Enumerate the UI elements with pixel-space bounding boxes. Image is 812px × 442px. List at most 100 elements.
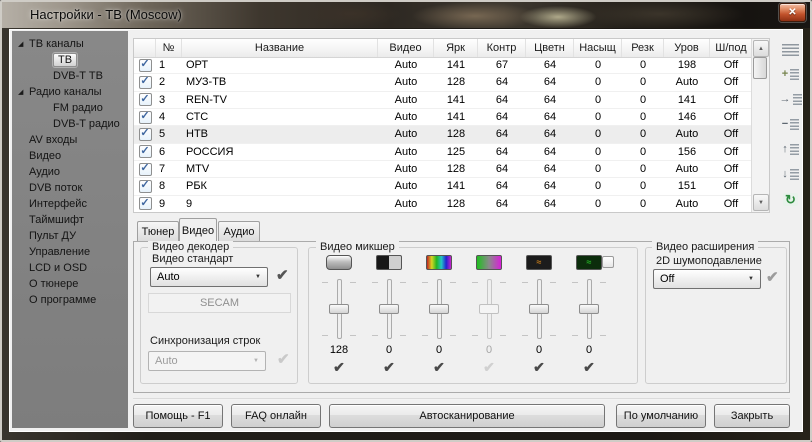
saturation-slider[interactable] [472, 278, 506, 340]
cell-saturation: 0 [574, 196, 622, 212]
apply-check-icon[interactable]: ✔ [383, 360, 395, 374]
column-header-brightness[interactable]: Ярк [434, 39, 478, 57]
slider-thumb[interactable] [529, 304, 549, 314]
tab-audio[interactable]: Аудио [218, 221, 260, 241]
apply-noise2d-check-icon[interactable]: ✔ [766, 270, 779, 285]
apply-check-icon[interactable]: ✔ [433, 360, 445, 374]
slider-thumb[interactable] [479, 304, 499, 314]
sidebar-item[interactable]: ◢ DVB поток [12, 180, 128, 196]
close-icon: ✕ [788, 7, 796, 18]
tree-expand-icon[interactable]: ◢ [18, 88, 29, 96]
help-button[interactable]: Помощь - F1 [133, 404, 223, 428]
channel-enabled-checkbox[interactable]: ✓ [134, 161, 156, 177]
sidebar-item[interactable]: ◢ Аудио [12, 164, 128, 180]
add-channel-icon[interactable]: + [777, 64, 804, 85]
sidebar-item[interactable]: ◢ Управление [12, 244, 128, 260]
slider-thumb[interactable] [329, 304, 349, 314]
channel-enabled-checkbox[interactable]: ✓ [134, 144, 156, 160]
scroll-down-icon[interactable]: ▼ [753, 194, 769, 211]
sidebar-item[interactable]: ◢ О тюнере [12, 276, 128, 292]
apply-check-icon[interactable]: ✔ [333, 360, 345, 374]
autoscan-button[interactable]: Автосканирование [329, 404, 605, 428]
rescan-icon[interactable]: ↻ [777, 189, 804, 210]
table-row[interactable]: ✓ 6 РОССИЯ Auto 125 64 64 0 0 156 Off [134, 144, 752, 161]
column-header-num[interactable]: № [156, 39, 182, 57]
sidebar-item[interactable]: ◢ ТВ [12, 52, 128, 68]
table-row[interactable]: ✓ 8 РБК Auto 141 64 64 0 0 151 Off [134, 178, 752, 195]
sidebar-item[interactable]: ◢ Интерфейс [12, 196, 128, 212]
cell-number: 8 [156, 178, 182, 194]
column-header-color[interactable]: Цветн [526, 39, 574, 57]
column-header-sharpness[interactable]: Резк [622, 39, 664, 57]
table-row[interactable]: ✓ 3 REN-TV Auto 141 64 64 0 0 141 Off [134, 92, 752, 109]
slider-thumb[interactable] [379, 304, 399, 314]
apply-check-icon[interactable]: ✔ [533, 360, 545, 374]
column-header-video[interactable]: Видео [378, 39, 434, 57]
tab-tuner[interactable]: Тюнер [137, 221, 179, 241]
tab-video[interactable]: Видео [179, 218, 217, 242]
sidebar-item[interactable]: ◢ DVB-T ТВ [12, 68, 128, 84]
cell-contrast: 67 [478, 57, 526, 73]
sidebar-item[interactable]: ◢ О программе [12, 292, 128, 308]
cell-number: 1 [156, 57, 182, 73]
slider-thumb[interactable] [579, 304, 599, 314]
cell-video: Auto [378, 74, 434, 90]
table-row[interactable]: ✓ 5 НТВ Auto 128 64 64 0 0 Auto Off [134, 126, 752, 143]
apply-standard-check-icon[interactable]: ✔ [276, 268, 289, 283]
channel-enabled-checkbox[interactable]: ✓ [134, 196, 156, 212]
close-button[interactable]: Закрыть [714, 404, 790, 428]
column-header-saturation[interactable]: Насыщ [574, 39, 622, 57]
channel-enabled-checkbox[interactable]: ✓ [134, 109, 156, 125]
sharpness-slider[interactable] [522, 278, 556, 340]
channel-enabled-checkbox[interactable]: ✓ [134, 126, 156, 142]
sidebar-item[interactable]: ◢ AV входы [12, 132, 128, 148]
table-row[interactable]: ✓ 1 ОРТ Auto 141 67 64 0 0 198 Off [134, 57, 752, 74]
table-row[interactable]: ✓ 2 МУЗ-ТВ Auto 128 64 64 0 0 Auto Off [134, 74, 752, 91]
sidebar-item[interactable]: ◢ Радио каналы [12, 84, 128, 100]
channel-enabled-checkbox[interactable]: ✓ [134, 57, 156, 73]
remove-channel-icon[interactable]: − [777, 114, 804, 135]
apply-check-icon[interactable]: ✔ [483, 360, 495, 374]
column-header-name[interactable]: Название [182, 39, 378, 57]
sidebar-item[interactable]: ◢ FM радио [12, 100, 128, 116]
column-header-contrast[interactable]: Контр [478, 39, 526, 57]
tree-expand-icon[interactable]: ◢ [18, 40, 29, 48]
table-row[interactable]: ✓ 4 СТС Auto 141 64 64 0 0 146 Off [134, 109, 752, 126]
sidebar-item[interactable]: ◢ Видео [12, 148, 128, 164]
table-row[interactable]: ✓ 7 MTV Auto 128 64 64 0 0 Auto Off [134, 161, 752, 178]
column-header-checkbox[interactable] [134, 39, 156, 57]
sidebar-item[interactable]: ◢ ТВ каналы [12, 36, 128, 52]
contrast-icon [376, 255, 402, 270]
faq-button[interactable]: FAQ онлайн [231, 404, 321, 428]
noise-enable-checkbox[interactable] [602, 256, 614, 268]
table-row[interactable]: ✓ 9 9 Auto 128 64 64 0 0 Auto Off [134, 196, 752, 212]
move-into-icon[interactable]: → [777, 89, 804, 110]
contrast-slider[interactable] [372, 278, 406, 340]
column-header-noise[interactable]: Ш/под [710, 39, 752, 57]
channel-list-icon[interactable] [777, 39, 804, 60]
sidebar-item[interactable]: ◢ Таймшифт [12, 212, 128, 228]
noise-slider[interactable] [572, 278, 606, 340]
scroll-up-icon[interactable]: ▲ [753, 40, 769, 57]
channel-enabled-checkbox[interactable]: ✓ [134, 92, 156, 108]
brightness-slider[interactable] [322, 278, 356, 340]
column-header-level[interactable]: Уров [664, 39, 710, 57]
apply-check-icon[interactable]: ✔ [583, 360, 595, 374]
apply-sync-check-icon[interactable]: ✔ [277, 352, 290, 367]
close-window-button[interactable]: ✕ [779, 3, 806, 22]
move-down-icon[interactable]: ↓ [777, 164, 804, 185]
hue-slider[interactable] [422, 278, 456, 340]
sidebar-item[interactable]: ◢ LCD и OSD [12, 260, 128, 276]
sidebar-item[interactable]: ◢ Пульт ДУ [12, 228, 128, 244]
channel-enabled-checkbox[interactable]: ✓ [134, 178, 156, 194]
defaults-button[interactable]: По умолчанию [616, 404, 706, 428]
noise2d-select[interactable]: Off ▼ [653, 269, 761, 289]
sidebar-item[interactable]: ◢ DVB-T радио [12, 116, 128, 132]
channel-enabled-checkbox[interactable]: ✓ [134, 74, 156, 90]
line-sync-select[interactable]: Auto ▼ [148, 351, 266, 371]
move-up-icon[interactable]: ↑ [777, 139, 804, 160]
scrollbar-thumb[interactable] [753, 57, 767, 79]
table-scrollbar[interactable]: ▲ ▼ [751, 39, 769, 212]
video-standard-select[interactable]: Auto ▼ [150, 267, 268, 287]
slider-thumb[interactable] [429, 304, 449, 314]
